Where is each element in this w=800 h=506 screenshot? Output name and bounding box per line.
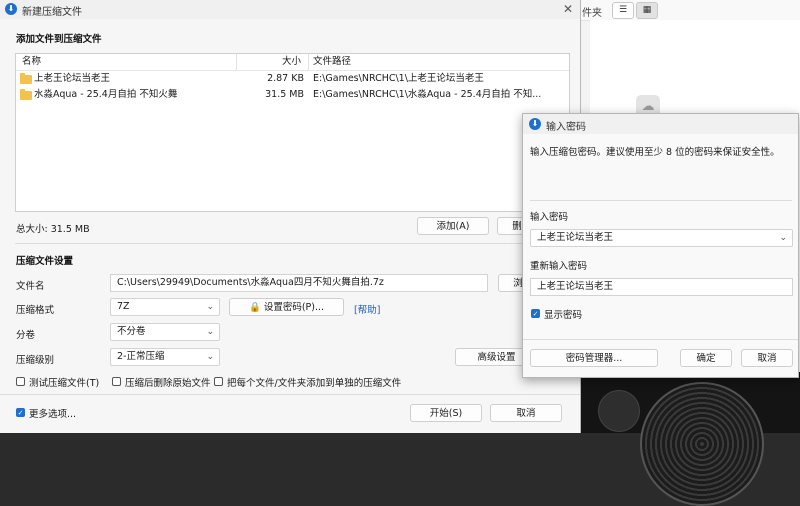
file-row[interactable]: 水淼Aqua - 25.4月自拍 不知火舞 31.5 MB E:\Games\N… xyxy=(16,88,569,102)
separate-archives-checkbox[interactable] xyxy=(214,377,223,386)
file-size: 2.87 KB xyxy=(267,73,304,84)
divider xyxy=(530,200,792,201)
filename-label: 文件名 xyxy=(16,281,45,292)
grid-view-icon[interactable]: ▦ xyxy=(636,2,658,19)
filename-input[interactable]: C:\Users\29949\Documents\水淼Aqua四月不知火舞自拍.… xyxy=(110,274,488,292)
file-row[interactable]: 上老王论坛当老王 2.87 KB E:\Games\NRCHC\1\上老王论坛当… xyxy=(16,72,569,86)
more-options-checkbox[interactable]: ✓ xyxy=(16,408,25,417)
ok-button[interactable]: 确定 xyxy=(680,349,732,367)
folder-icon xyxy=(20,73,32,84)
show-password-checkbox[interactable]: ✓ xyxy=(531,309,540,318)
dialog-titlebar: ⬇ 新建压缩文件 ✕ xyxy=(0,0,580,19)
speaker-image-small xyxy=(598,390,640,432)
separate-archives-label: 把每个文件/文件夹添加到单独的压缩文件 xyxy=(227,378,402,389)
password-value: 上老王论坛当老王 xyxy=(537,232,614,243)
add-files-section-title: 添加文件到压缩文件 xyxy=(16,34,102,45)
chevron-down-icon: ⌄ xyxy=(206,302,214,312)
split-value: 不分卷 xyxy=(117,326,146,337)
list-view-icon[interactable]: ☰ xyxy=(612,2,634,19)
chevron-down-icon: ⌄ xyxy=(206,352,214,362)
password-dialog: ⬇ 输入密码 输入压缩包密码。建议使用至少 8 位的密码来保证安全性。 输入密码… xyxy=(522,113,799,378)
format-select[interactable]: 7Z ⌄ xyxy=(110,298,220,316)
password-cancel-button[interactable]: 取消 xyxy=(741,349,793,367)
lock-icon: 🔒 xyxy=(248,302,261,313)
cancel-button[interactable]: 取消 xyxy=(490,404,562,422)
file-name: 上老王论坛当老王 xyxy=(34,73,111,84)
column-header-size[interactable]: 大小 xyxy=(282,55,301,69)
column-header-path[interactable]: 文件路径 xyxy=(313,55,351,69)
folder-icon xyxy=(20,89,32,100)
explorer-toolbar: 件夹 ☰ ▦ xyxy=(560,0,800,21)
reenter-password-input[interactable]: 上老王论坛当老王 xyxy=(530,278,793,296)
file-path: E:\Games\NRCHC\1\水淼Aqua - 25.4月自拍 不知... xyxy=(313,89,542,100)
total-size: 总大小: 31.5 MB xyxy=(16,224,90,235)
app-logo-icon: ⬇ xyxy=(529,118,541,130)
enter-password-label: 输入密码 xyxy=(530,212,569,223)
level-value: 2-正常压缩 xyxy=(117,351,165,362)
password-dialog-titlebar: ⬇ 输入密码 xyxy=(523,114,798,134)
dialog-title: 新建压缩文件 xyxy=(22,7,82,18)
divider xyxy=(0,394,580,395)
settings-section-title: 压缩文件设置 xyxy=(16,256,74,267)
speaker-image xyxy=(640,382,764,506)
explorer-toolbar-label: 件夹 xyxy=(582,8,602,19)
delete-source-label: 压缩后删除原始文件 xyxy=(125,378,211,389)
test-archive-label: 测试压缩文件(T) xyxy=(29,378,100,389)
split-select[interactable]: 不分卷 ⌄ xyxy=(110,323,220,341)
file-list-header: 名称 大小 文件路径 xyxy=(16,54,569,71)
chevron-down-icon[interactable]: ⌄ xyxy=(779,230,787,246)
column-separator[interactable] xyxy=(308,54,309,70)
column-separator[interactable] xyxy=(236,54,237,70)
close-icon[interactable]: ✕ xyxy=(560,1,576,17)
format-value: 7Z xyxy=(117,301,130,312)
app-logo-icon: ⬇ xyxy=(5,3,17,15)
add-button[interactable]: 添加(A) xyxy=(417,217,489,235)
set-password-button[interactable]: 🔒 设置密码(P)... xyxy=(229,298,344,316)
show-password-label: 显示密码 xyxy=(544,310,583,321)
delete-source-checkbox[interactable] xyxy=(112,377,121,386)
password-dialog-title: 输入密码 xyxy=(546,122,586,133)
level-label: 压缩级别 xyxy=(16,355,55,366)
format-label: 压缩格式 xyxy=(16,305,55,316)
column-header-name[interactable]: 名称 xyxy=(22,55,41,69)
file-size: 31.5 MB xyxy=(265,89,304,100)
password-input[interactable]: 上老王论坛当老王 ⌄ xyxy=(530,229,793,247)
split-label: 分卷 xyxy=(16,330,36,341)
divider xyxy=(15,243,570,244)
file-path: E:\Games\NRCHC\1\上老王论坛当老王 xyxy=(313,73,484,84)
more-options-label: 更多选项... xyxy=(29,409,77,420)
file-list[interactable]: 名称 大小 文件路径 上老王论坛当老王 2.87 KB E:\Games\NRC… xyxy=(15,53,570,212)
reenter-password-label: 重新输入密码 xyxy=(530,261,588,272)
start-button[interactable]: 开始(S) xyxy=(410,404,482,422)
level-select[interactable]: 2-正常压缩 ⌄ xyxy=(110,348,220,366)
divider xyxy=(523,339,798,340)
file-name: 水淼Aqua - 25.4月自拍 不知火舞 xyxy=(34,89,178,100)
test-archive-checkbox[interactable] xyxy=(16,377,25,386)
chevron-down-icon: ⌄ xyxy=(206,327,214,337)
password-manager-button[interactable]: 密码管理器... xyxy=(530,349,658,367)
help-link[interactable]: [帮助] xyxy=(354,302,380,316)
new-archive-dialog: ⬇ 新建压缩文件 ✕ 添加文件到压缩文件 名称 大小 文件路径 上老王论坛当老王… xyxy=(0,0,581,433)
set-password-label: 设置密码(P)... xyxy=(263,302,325,313)
password-hint: 输入压缩包密码。建议使用至少 8 位的密码来保证安全性。 xyxy=(530,147,780,158)
